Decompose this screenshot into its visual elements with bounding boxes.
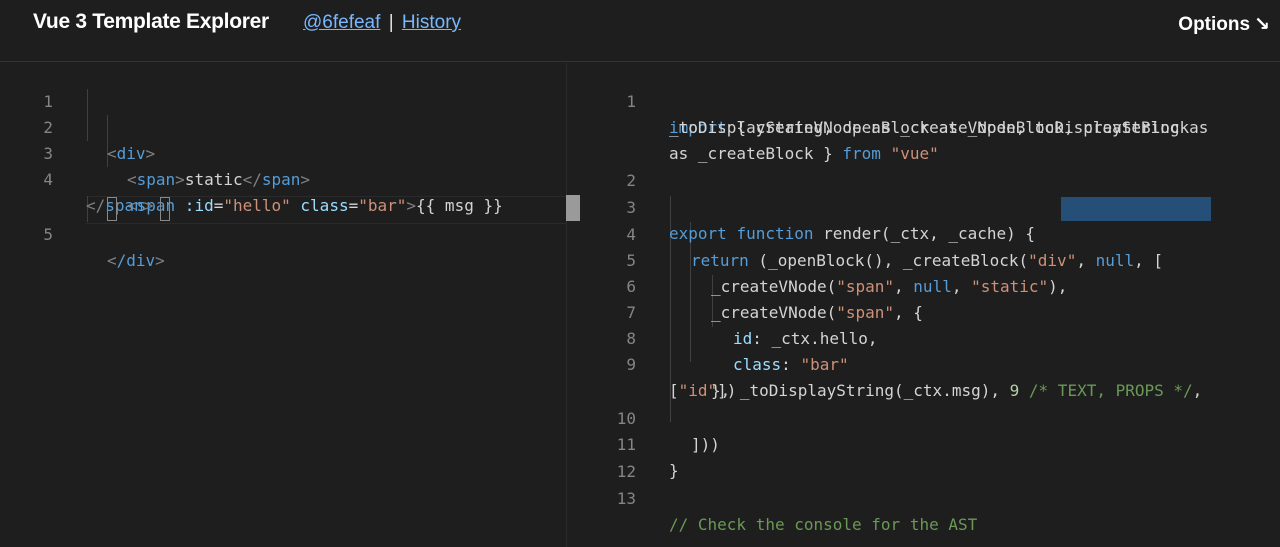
- options-button[interactable]: Options ↘: [1178, 13, 1270, 36]
- editor-line: 13 // Check the console for the AST: [567, 460, 1280, 534]
- history-link[interactable]: History: [402, 12, 461, 33]
- editor-line: 4 <span :id="hello" class="bar">{{ msg }…: [0, 141, 566, 215]
- editor-line: 5 _createVNode("span", null, "static"),: [567, 222, 1280, 296]
- line-number: 5: [43, 225, 53, 244]
- editor-line: 3 export function render(_ctx, _cache) {: [567, 169, 1280, 243]
- output-editor[interactable]: 1 import { createVNode as _createVNode, …: [567, 63, 1280, 547]
- page-title: Vue 3 Template Explorer: [33, 10, 269, 33]
- arrow-down-right-icon: ↘: [1254, 14, 1270, 35]
- editor-line-wrap: </span>: [0, 167, 566, 215]
- bracket-match-highlight: [107, 197, 117, 221]
- code-comment: // Check the console for the AST: [669, 515, 978, 534]
- code-text: </div>: [107, 248, 165, 274]
- editor-line: 8 class: "bar": [567, 300, 1280, 374]
- bracket-match-highlight: [160, 197, 170, 221]
- template-explorer-app: Vue 3 Template Explorer @6fefeaf | Histo…: [0, 0, 1280, 547]
- link-separator: |: [388, 12, 394, 33]
- editor-line: 1 import { createVNode as _createVNode, …: [567, 63, 1280, 137]
- token: >: [155, 251, 165, 270]
- editor-line: 10 ])): [567, 380, 1280, 454]
- line-number: 13: [616, 489, 636, 508]
- editor-line: 6 _createVNode("span", {: [567, 248, 1280, 322]
- editor-line: 4 return (_openBlock(), _createBlock("di…: [567, 196, 1280, 270]
- editor-line: 2 <div>: [0, 89, 566, 163]
- editor-line-wrap: ["id"]): [567, 352, 1280, 400]
- editor-line: 5 </div>: [0, 196, 566, 270]
- header-links: @6fefeaf | History: [303, 12, 461, 34]
- options-label: Options: [1178, 14, 1251, 35]
- commit-link[interactable]: @6fefeaf: [303, 12, 380, 33]
- editor-line: 9 }, _toDisplayString(_ctx.msg), 9 /* TE…: [567, 326, 1280, 400]
- header-bar: Vue 3 Template Explorer @6fefeaf | Histo…: [0, 0, 1280, 62]
- editor-line: 11 }: [567, 406, 1280, 480]
- token: <: [107, 251, 117, 270]
- editor-line: 3 <span>static</span>: [0, 115, 566, 189]
- template-editor[interactable]: 1 2 <div> 3 <span>static</span> 4 <span …: [0, 63, 580, 547]
- token: /div: [116, 251, 156, 270]
- editor-line-wrap: as _createBlock } from "vue": [567, 115, 1280, 163]
- editor-line: 12: [567, 433, 1280, 481]
- editor-line: 1: [0, 63, 566, 111]
- editor-line: 2: [567, 142, 1280, 190]
- editor-line-wrap: _toDisplayString, openBlock as _openBloc…: [567, 89, 1280, 137]
- editor-line: 7 id: _ctx.hello,: [567, 274, 1280, 348]
